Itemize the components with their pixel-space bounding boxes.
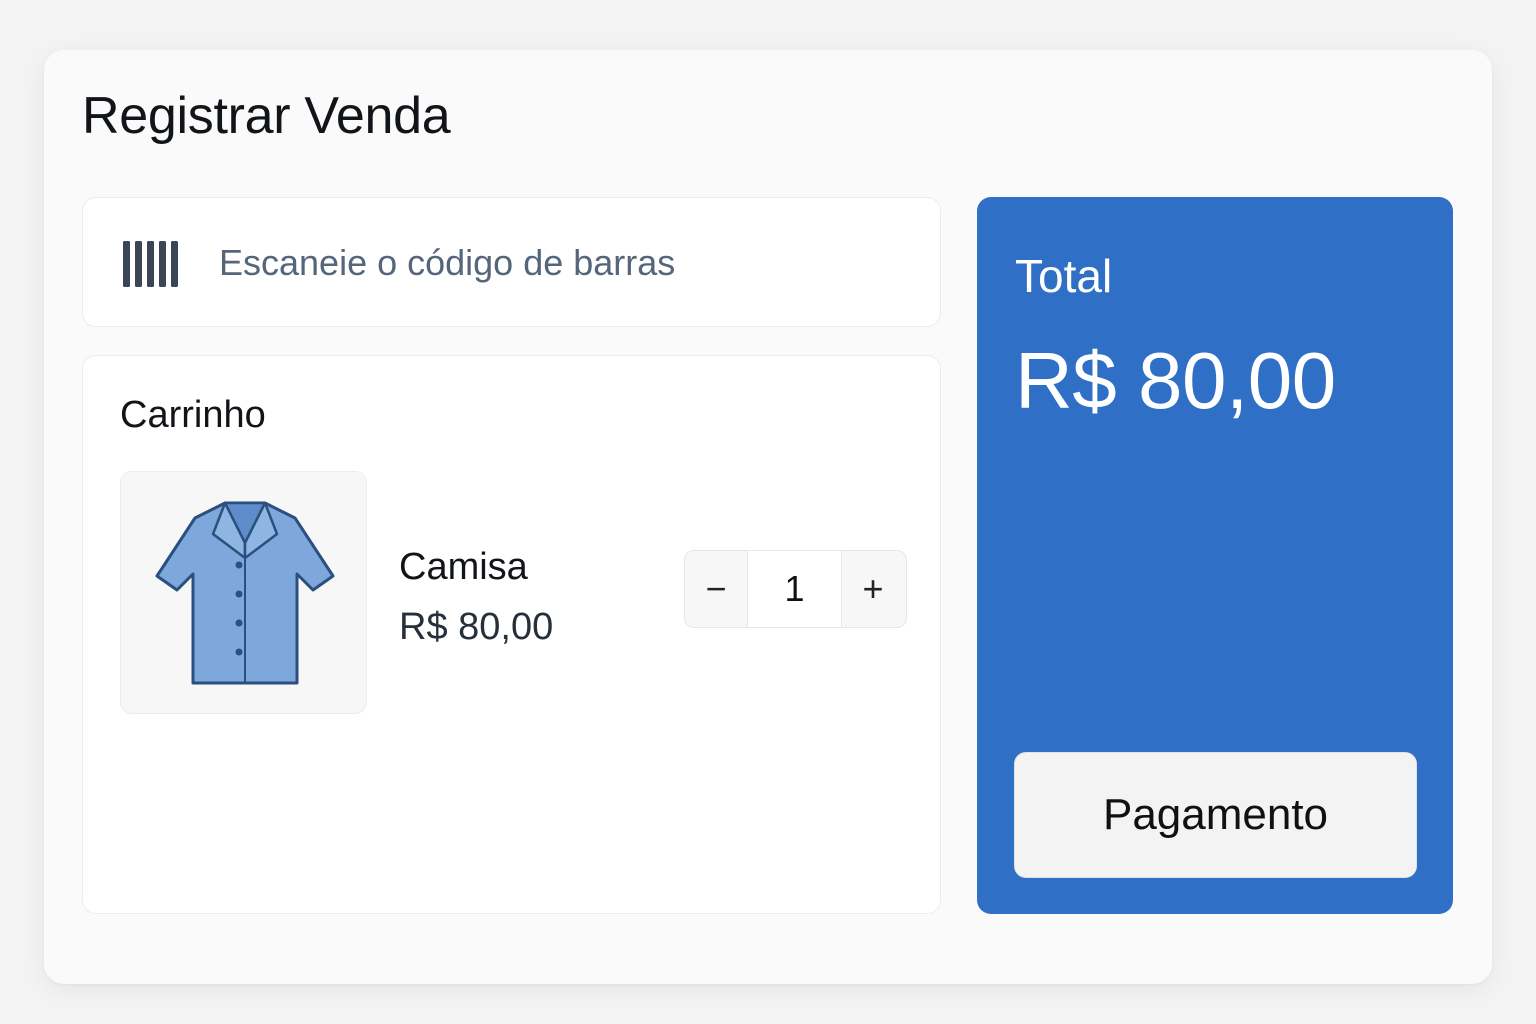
total-label: Total (1015, 250, 1113, 302)
product-thumbnail (120, 471, 367, 714)
cart-panel: Carrinho Camisa R$ 80,00 − 1 + (82, 355, 941, 914)
page-title: Registrar Venda (82, 87, 451, 145)
payment-button[interactable]: Pagamento (1014, 752, 1417, 878)
increment-button[interactable]: + (842, 551, 904, 627)
cart-title: Carrinho (120, 394, 266, 436)
total-value: R$ 80,00 (1015, 336, 1336, 425)
barcode-input[interactable] (219, 238, 909, 288)
cart-item-name: Camisa (399, 546, 528, 588)
total-panel: Total R$ 80,00 Pagamento (977, 197, 1453, 914)
barcode-scan-box[interactable] (82, 197, 941, 327)
cart-item-price: R$ 80,00 (399, 606, 554, 648)
barcode-icon (123, 241, 178, 287)
quantity-value[interactable]: 1 (747, 551, 842, 627)
quantity-stepper: − 1 + (684, 550, 907, 628)
register-sale-window: Registrar Venda Carrinho (44, 50, 1492, 984)
shirt-icon (155, 501, 335, 685)
decrement-button[interactable]: − (685, 551, 747, 627)
